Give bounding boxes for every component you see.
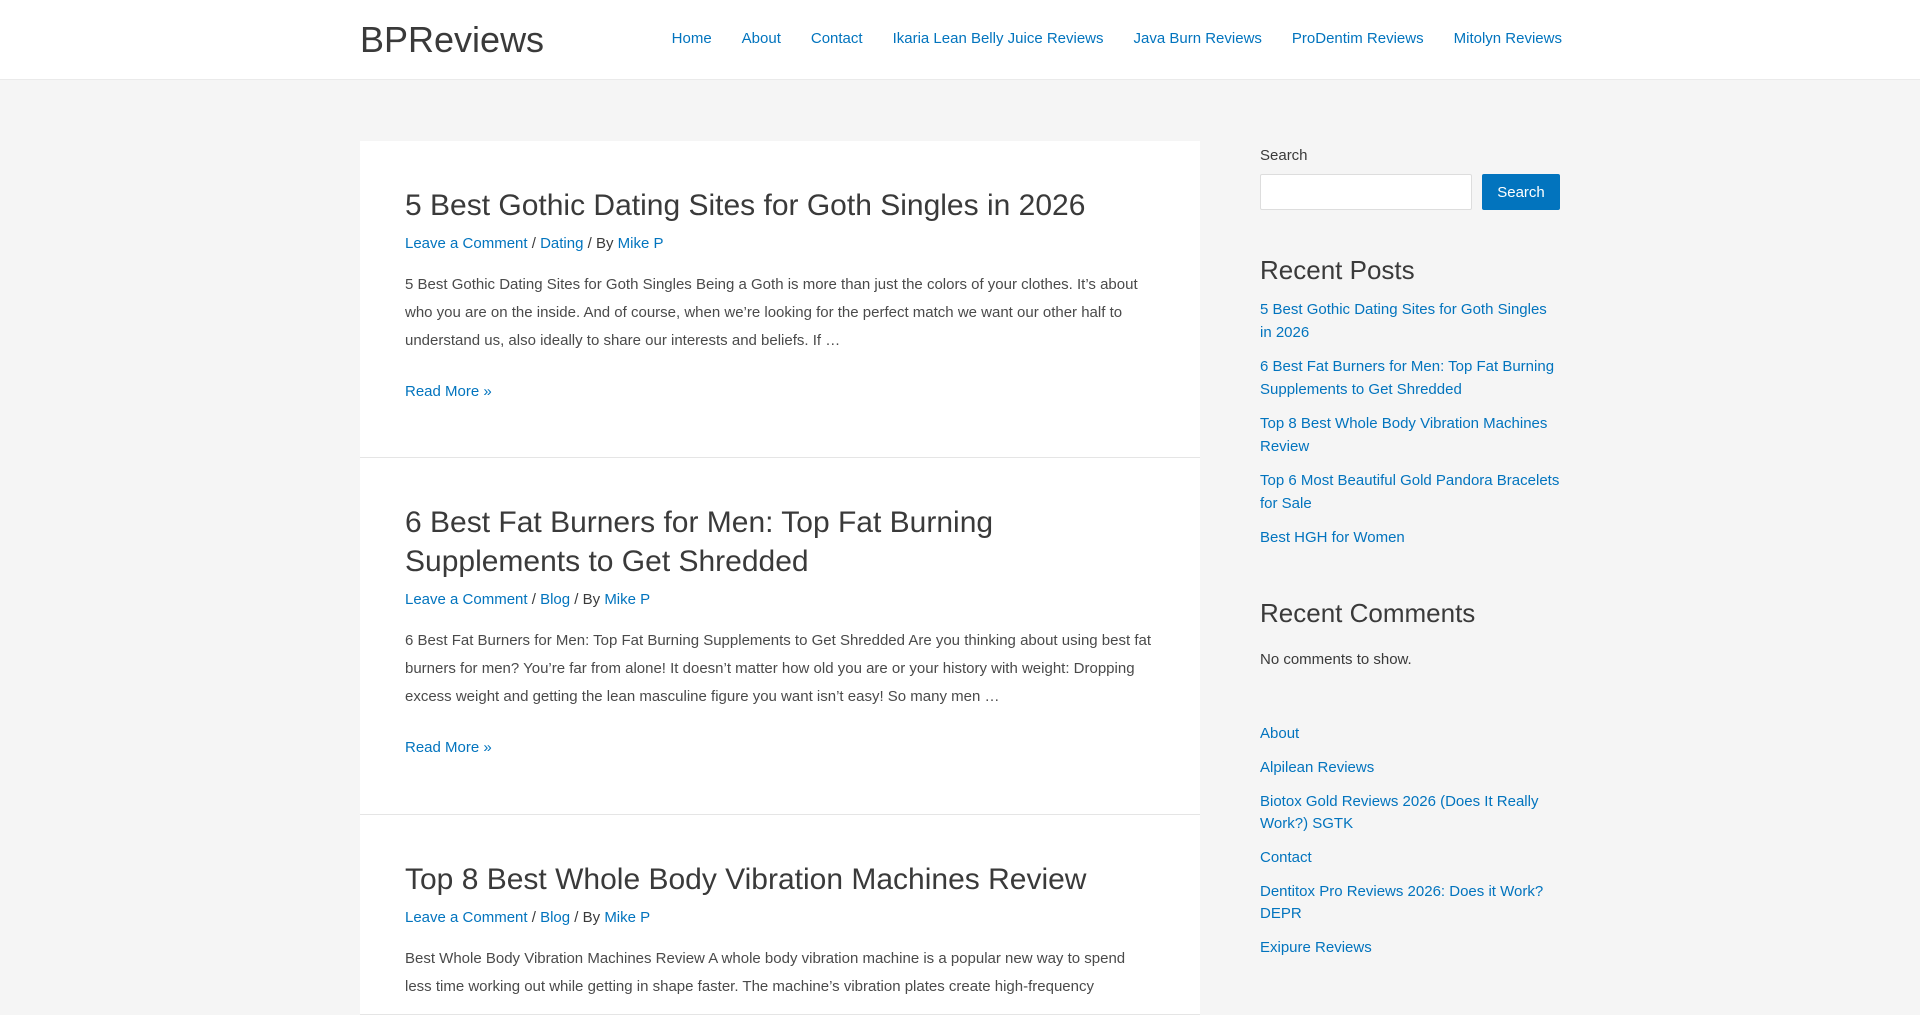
list-item: Top 8 Best Whole Body Vibration Machines…	[1260, 412, 1560, 458]
list-item: Top 6 Most Beautiful Gold Pandora Bracel…	[1260, 469, 1560, 515]
page-link[interactable]: Biotox Gold Reviews 2026 (Does It Really…	[1260, 793, 1538, 832]
site-title-link[interactable]: BPReviews	[360, 19, 544, 61]
recent-comments-title: Recent Comments	[1260, 598, 1476, 628]
list-item: Best HGH for Women	[1260, 526, 1560, 549]
list-item: Biotox Gold Reviews 2026 (Does It Really…	[1260, 791, 1560, 835]
sidebar: Search Search Recent Posts 5 Best Gothic…	[1260, 147, 1560, 971]
post-meta: Leave a Comment / Dating / By Mike P	[405, 235, 664, 252]
post-title: 5 Best Gothic Dating Sites for Goth Sing…	[405, 186, 1155, 225]
main-content: 5 Best Gothic Dating Sites for Goth Sing…	[360, 141, 1200, 1015]
page-link[interactable]: Alpilean Reviews	[1260, 759, 1374, 776]
search-label: Search	[1260, 147, 1308, 164]
post-title-link[interactable]: 5 Best Gothic Dating Sites for Goth Sing…	[405, 189, 1085, 222]
author-link[interactable]: Mike P	[604, 909, 650, 926]
nav-ikaria[interactable]: Ikaria Lean Belly Juice Reviews	[893, 28, 1104, 50]
list-item: Alpilean Reviews	[1260, 757, 1560, 779]
category-link[interactable]: Blog	[540, 909, 570, 926]
post-title-link[interactable]: 6 Best Fat Burners for Men: Top Fat Burn…	[405, 506, 993, 578]
list-item: Exipure Reviews	[1260, 937, 1560, 959]
search-button[interactable]: Search	[1482, 174, 1560, 210]
page-link[interactable]: Exipure Reviews	[1260, 939, 1372, 956]
nav-mitolyn[interactable]: Mitolyn Reviews	[1454, 28, 1562, 50]
post-card: Top 8 Best Whole Body Vibration Machines…	[360, 815, 1200, 1015]
by-label: / By	[587, 235, 614, 252]
nav-java-burn[interactable]: Java Burn Reviews	[1134, 28, 1262, 50]
by-label: / By	[574, 909, 601, 926]
post-excerpt: 6 Best Fat Burners for Men: Top Fat Burn…	[405, 632, 1151, 705]
category-link[interactable]: Blog	[540, 591, 570, 608]
nav-home[interactable]: Home	[672, 28, 712, 50]
comment-link[interactable]: Leave a Comment	[405, 909, 528, 926]
post-card: 5 Best Gothic Dating Sites for Goth Sing…	[360, 141, 1200, 458]
search-form: Search	[1260, 174, 1560, 210]
recent-post-link[interactable]: Top 8 Best Whole Body Vibration Machines…	[1260, 415, 1547, 455]
recent-posts-list: 5 Best Gothic Dating Sites for Goth Sing…	[1260, 298, 1560, 549]
post-meta: Leave a Comment / Blog / By Mike P	[405, 591, 651, 608]
recent-posts-widget: Recent Posts 5 Best Gothic Dating Sites …	[1260, 254, 1560, 549]
post-title-link[interactable]: Top 8 Best Whole Body Vibration Machines…	[405, 863, 1086, 896]
list-item: About	[1260, 723, 1560, 745]
post-card: 6 Best Fat Burners for Men: Top Fat Burn…	[360, 458, 1200, 815]
search-input[interactable]	[1260, 174, 1472, 210]
no-comments-text: No comments to show.	[1260, 651, 1412, 668]
recent-post-link[interactable]: Top 6 Most Beautiful Gold Pandora Bracel…	[1260, 472, 1559, 512]
read-more-link[interactable]: Read More »	[405, 737, 492, 759]
recent-posts-title: Recent Posts	[1260, 255, 1415, 285]
main-nav: Home About Contact Ikaria Lean Belly Jui…	[642, 28, 1562, 50]
page-link[interactable]: Contact	[1260, 849, 1312, 866]
nav-contact[interactable]: Contact	[811, 28, 863, 50]
list-item: Contact	[1260, 847, 1560, 869]
nav-prodentim[interactable]: ProDentim Reviews	[1292, 28, 1424, 50]
list-item: 5 Best Gothic Dating Sites for Goth Sing…	[1260, 298, 1560, 344]
author-link[interactable]: Mike P	[618, 235, 664, 252]
by-label: / By	[574, 591, 601, 608]
comment-link[interactable]: Leave a Comment	[405, 235, 528, 252]
recent-post-link[interactable]: 5 Best Gothic Dating Sites for Goth Sing…	[1260, 301, 1547, 341]
comment-link[interactable]: Leave a Comment	[405, 591, 528, 608]
recent-post-link[interactable]: 6 Best Fat Burners for Men: Top Fat Burn…	[1260, 358, 1554, 398]
site-header: BPReviews Home About Contact Ikaria Lean…	[0, 0, 1920, 80]
list-item: Dentitox Pro Reviews 2026: Does it Work?…	[1260, 881, 1560, 925]
post-excerpt: 5 Best Gothic Dating Sites for Goth Sing…	[405, 276, 1138, 349]
recent-comments-widget: Recent Comments No comments to show.	[1260, 597, 1560, 671]
page-link[interactable]: About	[1260, 725, 1299, 742]
pages-list: About Alpilean Reviews Biotox Gold Revie…	[1260, 723, 1560, 959]
post-title: Top 8 Best Whole Body Vibration Machines…	[405, 860, 1155, 899]
author-link[interactable]: Mike P	[604, 591, 650, 608]
read-more-link[interactable]: Read More »	[405, 381, 492, 403]
nav-about[interactable]: About	[742, 28, 781, 50]
post-meta: Leave a Comment / Blog / By Mike P	[405, 909, 651, 926]
list-item: 6 Best Fat Burners for Men: Top Fat Burn…	[1260, 355, 1560, 401]
page-link[interactable]: Dentitox Pro Reviews 2026: Does it Work?…	[1260, 883, 1543, 922]
post-title: 6 Best Fat Burners for Men: Top Fat Burn…	[405, 503, 1155, 581]
category-link[interactable]: Dating	[540, 235, 583, 252]
recent-post-link[interactable]: Best HGH for Women	[1260, 529, 1405, 546]
